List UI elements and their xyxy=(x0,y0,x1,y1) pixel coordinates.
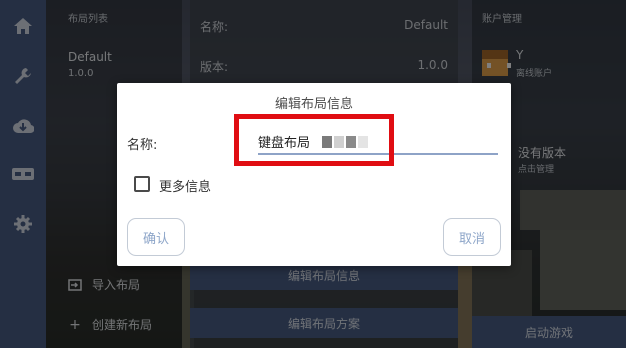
more-info-label: 更多信息 xyxy=(159,180,212,195)
more-info-checkbox[interactable] xyxy=(134,176,150,192)
dialog-title: 编辑布局信息 xyxy=(274,97,353,112)
confirm-button[interactable]: 确认 xyxy=(127,218,185,256)
edit-layout-info-dialog: 编辑布局信息 名称: 键盘布局 更多信息 确认 取消 xyxy=(117,83,511,266)
dialog-name-label: 名称: xyxy=(127,138,158,153)
cancel-button[interactable]: 取消 xyxy=(443,218,501,256)
highlight-box xyxy=(234,114,394,166)
